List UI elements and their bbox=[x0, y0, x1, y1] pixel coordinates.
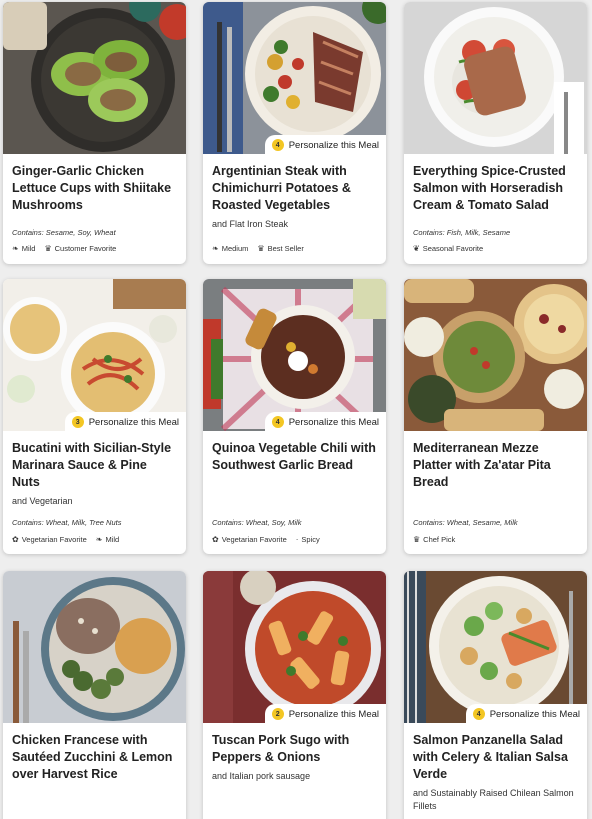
personalize-button[interactable]: 4 Personalize this Meal bbox=[465, 704, 587, 723]
meal-photo[interactable]: 3 Personalize this Meal bbox=[3, 279, 186, 431]
chef-hat-icon: ♛ bbox=[257, 244, 265, 253]
meal-tag-label: Mild bbox=[21, 244, 36, 253]
personalize-count-badge: 3 bbox=[71, 416, 84, 428]
chef-hat-icon: ♛ bbox=[413, 535, 421, 544]
meal-card[interactable]: 4 Personalize this Meal Quinoa Vegetable… bbox=[203, 279, 386, 554]
pepper-icon: ❧ bbox=[95, 535, 103, 544]
meal-card[interactable]: 4 Personalize this Meal Salmon Panzanell… bbox=[404, 571, 587, 819]
meal-card[interactable]: Mediterranean Mezze Platter with Za'atar… bbox=[404, 279, 587, 554]
meal-tag-label: Vegetarian Favorite bbox=[21, 535, 87, 544]
meal-tag: ❧ Medium bbox=[212, 244, 248, 253]
meal-title[interactable]: Ginger-Garlic Chicken Lettuce Cups with … bbox=[12, 163, 177, 214]
meal-tag: ✿ Vegetarian Favorite bbox=[212, 535, 287, 544]
meal-subtitle: and Sustainably Raised Chilean Salmon Fi… bbox=[413, 788, 574, 811]
meal-photo[interactable] bbox=[404, 279, 587, 431]
meal-tag: ❧ Mild bbox=[96, 535, 119, 544]
meal-tag: · Spicy bbox=[296, 535, 320, 544]
chef-hat-icon: ♛ bbox=[44, 244, 52, 253]
meal-tag: ❧ Mild bbox=[12, 244, 35, 253]
allergen-info: Contains: Sesame, Soy, Wheat bbox=[12, 228, 116, 237]
pepper-icon: ❧ bbox=[212, 244, 219, 253]
meal-tag: ♛ Chef Pick bbox=[413, 535, 455, 544]
meal-subtitle: and Italian pork sausage bbox=[212, 771, 311, 781]
meal-title[interactable]: Mediterranean Mezze Platter with Za'atar… bbox=[413, 440, 578, 491]
meal-card[interactable]: Everything Spice-Crusted Salmon with Hor… bbox=[404, 2, 587, 264]
meal-title[interactable]: Everything Spice-Crusted Salmon with Hor… bbox=[413, 163, 578, 214]
meal-tag-label: Medium bbox=[221, 244, 249, 253]
personalize-label: Personalize this Meal bbox=[288, 139, 379, 151]
meal-title[interactable]: Salmon Panzanella Salad with Celery & It… bbox=[413, 732, 578, 783]
meal-title[interactable]: Quinoa Vegetable Chili with Southwest Ga… bbox=[212, 440, 377, 474]
meal-tags: ❦ Seasonal Favorite bbox=[413, 244, 483, 253]
meal-card[interactable]: 2 Personalize this Meal Tuscan Pork Sugo… bbox=[203, 571, 386, 819]
sprout-icon: ✿ bbox=[12, 535, 19, 544]
meal-tag-label: Spicy bbox=[301, 535, 320, 544]
meal-card[interactable]: 3 Personalize this Meal Bucatini with Si… bbox=[3, 279, 186, 554]
meal-tags: ✿ Vegetarian Favorite ❧ Mild bbox=[12, 535, 119, 544]
personalize-button[interactable]: 2 Personalize this Meal bbox=[264, 704, 386, 723]
personalize-count-badge: 4 bbox=[271, 139, 284, 151]
meal-photo[interactable] bbox=[404, 2, 587, 154]
meal-title[interactable]: Tuscan Pork Sugo with Peppers & Onions bbox=[212, 732, 377, 766]
meal-photo[interactable]: 4 Personalize this Meal bbox=[203, 279, 386, 431]
leaf-icon: ❦ bbox=[413, 244, 420, 253]
meal-title[interactable]: Chicken Francese with Sautéed Zucchini &… bbox=[12, 732, 177, 783]
meal-photo[interactable] bbox=[3, 571, 186, 723]
meal-tag: ♛ Customer Favorite bbox=[44, 244, 116, 253]
meal-title[interactable]: Argentinian Steak with Chimichurri Potat… bbox=[212, 163, 377, 214]
meal-tag: ❦ Seasonal Favorite bbox=[413, 244, 483, 253]
personalize-label: Personalize this Meal bbox=[288, 416, 379, 428]
meal-photo[interactable]: 4 Personalize this Meal bbox=[203, 2, 386, 154]
meal-tag-label: Chef Pick bbox=[423, 535, 456, 544]
personalize-label: Personalize this Meal bbox=[288, 708, 379, 720]
allergen-info: Contains: Wheat, Milk, Tree Nuts bbox=[12, 518, 122, 527]
meal-tags: ❧ Mild ♛ Customer Favorite bbox=[12, 244, 116, 253]
meal-photo[interactable]: 2 Personalize this Meal bbox=[203, 571, 386, 723]
meal-tags: ❧ Medium ♛ Best Seller bbox=[212, 244, 304, 253]
meal-card[interactable]: 4 Personalize this Meal Argentinian Stea… bbox=[203, 2, 386, 264]
dot-icon: · bbox=[295, 535, 299, 544]
meal-card[interactable]: Ginger-Garlic Chicken Lettuce Cups with … bbox=[3, 2, 186, 264]
meal-tag-label: Mild bbox=[105, 535, 120, 544]
sprout-icon: ✿ bbox=[212, 535, 219, 544]
meal-tag-label: Best Seller bbox=[267, 244, 304, 253]
meal-subtitle: and Flat Iron Steak bbox=[212, 219, 289, 229]
personalize-count-badge: 4 bbox=[271, 416, 284, 428]
meal-photo[interactable] bbox=[3, 2, 186, 154]
meal-tags: ✿ Vegetarian Favorite · Spicy bbox=[212, 535, 320, 544]
personalize-count-badge: 4 bbox=[472, 708, 485, 720]
meal-tag-label: Vegetarian Favorite bbox=[221, 535, 287, 544]
personalize-button[interactable]: 3 Personalize this Meal bbox=[64, 412, 186, 431]
meal-title[interactable]: Bucatini with Sicilian-Style Marinara Sa… bbox=[12, 440, 177, 491]
meal-subtitle: and Vegetarian bbox=[12, 496, 73, 506]
personalize-count-badge: 2 bbox=[271, 708, 284, 720]
meal-tag: ♛ Best Seller bbox=[257, 244, 303, 253]
allergen-info: Contains: Fish, Milk, Sesame bbox=[413, 228, 511, 237]
personalize-button[interactable]: 4 Personalize this Meal bbox=[264, 135, 386, 154]
meal-tags: ♛ Chef Pick bbox=[413, 535, 455, 544]
meal-photo[interactable]: 4 Personalize this Meal bbox=[404, 571, 587, 723]
meal-tag: ✿ Vegetarian Favorite bbox=[12, 535, 87, 544]
pepper-icon: ❧ bbox=[12, 244, 19, 253]
allergen-info: Contains: Wheat, Soy, Milk bbox=[212, 518, 302, 527]
personalize-label: Personalize this Meal bbox=[88, 416, 179, 428]
meal-tag-label: Seasonal Favorite bbox=[422, 244, 484, 253]
allergen-info: Contains: Wheat, Sesame, Milk bbox=[413, 518, 518, 527]
meal-tag-label: Customer Favorite bbox=[54, 244, 117, 253]
meal-card[interactable]: Chicken Francese with Sautéed Zucchini &… bbox=[3, 571, 186, 819]
personalize-button[interactable]: 4 Personalize this Meal bbox=[264, 412, 386, 431]
personalize-label: Personalize this Meal bbox=[489, 708, 580, 720]
